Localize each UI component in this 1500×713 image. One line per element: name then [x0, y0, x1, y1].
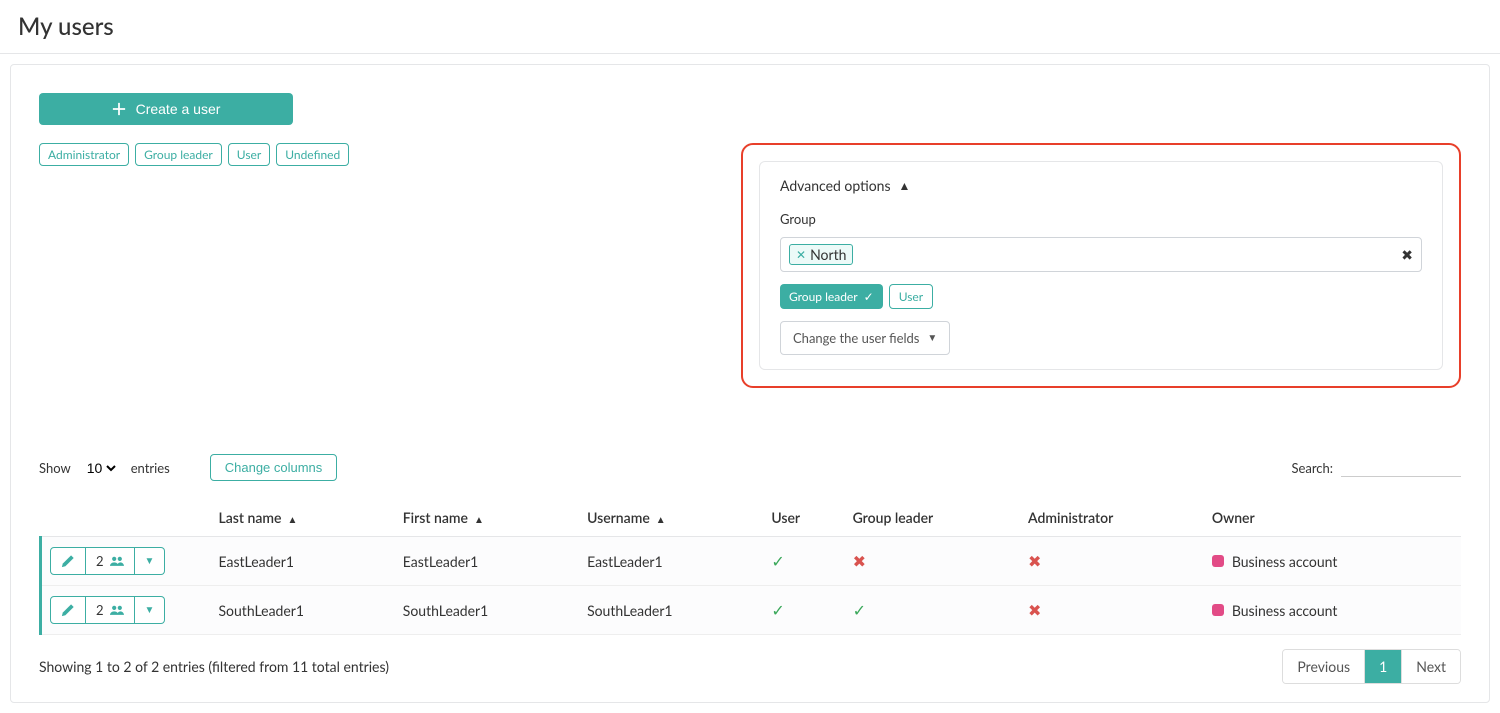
advanced-toggle[interactable]: Advanced options ▲: [780, 177, 910, 194]
cell-group-leader: ✓: [845, 586, 1020, 635]
sort-asc-icon: ▲: [656, 514, 666, 526]
chip-group-leader[interactable]: Group leader: [135, 143, 222, 166]
row-groups-count: 2: [96, 602, 104, 618]
group-field-label: Group: [780, 211, 1422, 227]
col-user[interactable]: User: [763, 499, 844, 537]
users-table: Last name▲ First name▲ Username▲ User Gr…: [39, 499, 1461, 635]
role-pill-group-leader[interactable]: Group leader ✓: [780, 284, 883, 309]
x-icon: ✖: [1028, 601, 1041, 620]
x-icon: ✖: [1028, 552, 1041, 571]
cell-owner: Business account: [1204, 586, 1461, 635]
col-username[interactable]: Username▲: [579, 499, 763, 537]
cell-last-name: SouthLeader1: [211, 586, 395, 635]
table-row: 2 ▼EastLeader1EastLeader1EastLeader1✓✖✖B…: [41, 537, 1462, 586]
check-icon: ✓: [771, 552, 784, 571]
plus-icon: [112, 102, 126, 116]
check-icon: ✓: [864, 291, 874, 303]
group-select[interactable]: ✕ North ✖: [780, 237, 1422, 272]
row-groups-button[interactable]: 2: [86, 547, 135, 575]
group-input[interactable]: [857, 246, 1401, 264]
pencil-icon: [61, 603, 75, 617]
page-previous[interactable]: Previous: [1283, 650, 1364, 683]
role-pill-user[interactable]: User: [889, 284, 933, 309]
cell-first-name: SouthLeader1: [395, 586, 579, 635]
row-more-dropdown[interactable]: ▼: [135, 547, 166, 575]
role-filter-chips: Administrator Group leader User Undefine…: [39, 143, 349, 166]
create-user-label: Create a user: [136, 101, 221, 117]
caret-down-icon: ▼: [145, 555, 155, 567]
clear-group-icon[interactable]: ✖: [1401, 248, 1413, 262]
cell-username: EastLeader1: [579, 537, 763, 586]
cell-administrator: ✖: [1020, 537, 1204, 586]
caret-down-icon: ▼: [927, 332, 937, 344]
remove-token-icon[interactable]: ✕: [796, 249, 806, 261]
cell-user: ✓: [763, 586, 844, 635]
change-columns-button[interactable]: Change columns: [210, 454, 338, 481]
chip-user[interactable]: User: [228, 143, 270, 166]
group-token-north[interactable]: ✕ North: [789, 244, 853, 265]
cell-first-name: EastLeader1: [395, 537, 579, 586]
chevron-up-icon: ▲: [899, 178, 911, 193]
col-owner[interactable]: Owner: [1204, 499, 1461, 537]
change-user-fields-label: Change the user fields: [793, 330, 919, 346]
owner-swatch: [1212, 604, 1224, 616]
sort-asc-icon: ▲: [287, 514, 297, 526]
edit-row-button[interactable]: [50, 547, 86, 575]
change-user-fields-dropdown[interactable]: Change the user fields ▼: [780, 321, 950, 355]
main-panel: Create a user Administrator Group leader…: [10, 64, 1490, 703]
col-first-name[interactable]: First name▲: [395, 499, 579, 537]
role-pill-user-label: User: [899, 289, 923, 304]
users-icon: [110, 554, 124, 568]
table-row: 2 ▼SouthLeader1SouthLeader1SouthLeader1✓…: [41, 586, 1462, 635]
caret-down-icon: ▼: [145, 604, 155, 616]
advanced-title-label: Advanced options: [780, 177, 891, 194]
page-1[interactable]: 1: [1364, 650, 1401, 683]
role-pill-group-leader-label: Group leader: [789, 289, 858, 304]
cell-username: SouthLeader1: [579, 586, 763, 635]
page-next[interactable]: Next: [1401, 650, 1460, 683]
cell-administrator: ✖: [1020, 586, 1204, 635]
cell-group-leader: ✖: [845, 537, 1020, 586]
advanced-panel: Advanced options ▲ Group ✕ North ✖: [759, 161, 1443, 370]
row-groups-button[interactable]: 2: [86, 596, 135, 624]
col-last-name[interactable]: Last name▲: [211, 499, 395, 537]
col-group-leader[interactable]: Group leader: [845, 499, 1020, 537]
check-icon: ✓: [771, 601, 784, 620]
chip-administrator[interactable]: Administrator: [39, 143, 129, 166]
show-label: Show: [39, 460, 71, 476]
row-groups-count: 2: [96, 553, 104, 569]
pagination: Previous 1 Next: [1282, 649, 1461, 684]
x-icon: ✖: [853, 552, 866, 571]
chip-undefined[interactable]: Undefined: [276, 143, 349, 166]
row-more-dropdown[interactable]: ▼: [135, 596, 166, 624]
edit-row-button[interactable]: [50, 596, 86, 624]
owner-swatch: [1212, 555, 1224, 567]
check-icon: ✓: [853, 601, 866, 620]
cell-user: ✓: [763, 537, 844, 586]
col-administrator[interactable]: Administrator: [1020, 499, 1204, 537]
search-label: Search:: [1291, 460, 1333, 476]
cell-owner: Business account: [1204, 537, 1461, 586]
cell-last-name: EastLeader1: [211, 537, 395, 586]
create-user-button[interactable]: Create a user: [39, 93, 293, 125]
users-icon: [110, 603, 124, 617]
advanced-callout: Advanced options ▲ Group ✕ North ✖: [741, 143, 1461, 388]
sort-asc-icon: ▲: [474, 514, 484, 526]
group-token-label: North: [810, 246, 846, 263]
search-input[interactable]: [1341, 459, 1461, 477]
pencil-icon: [61, 554, 75, 568]
page-length-select[interactable]: 10: [83, 459, 119, 477]
entries-label: entries: [131, 460, 170, 476]
table-info: Showing 1 to 2 of 2 entries (filtered fr…: [39, 658, 389, 675]
page-title: My users: [0, 0, 1500, 54]
